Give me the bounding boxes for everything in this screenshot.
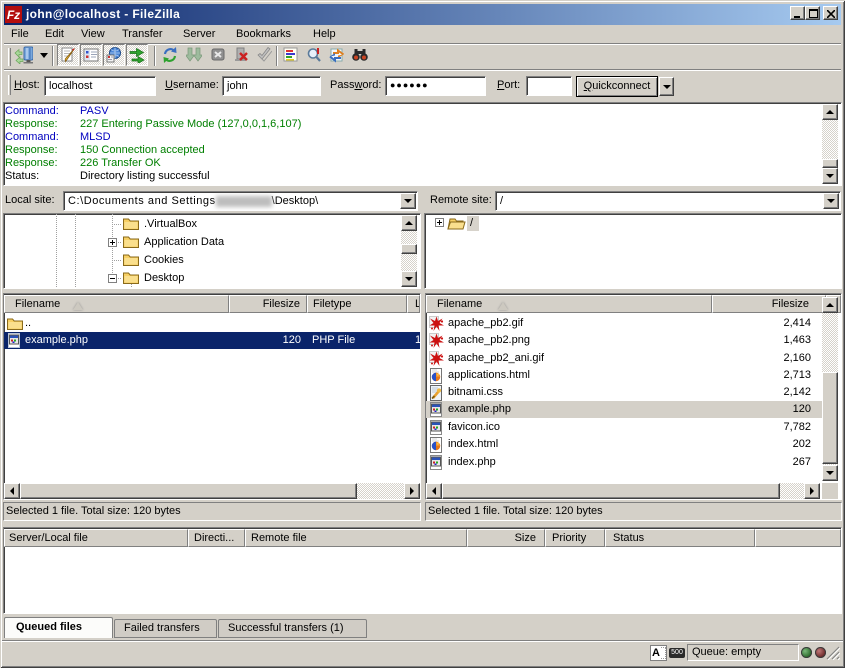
svg-text:Fz: Fz: [7, 8, 20, 22]
